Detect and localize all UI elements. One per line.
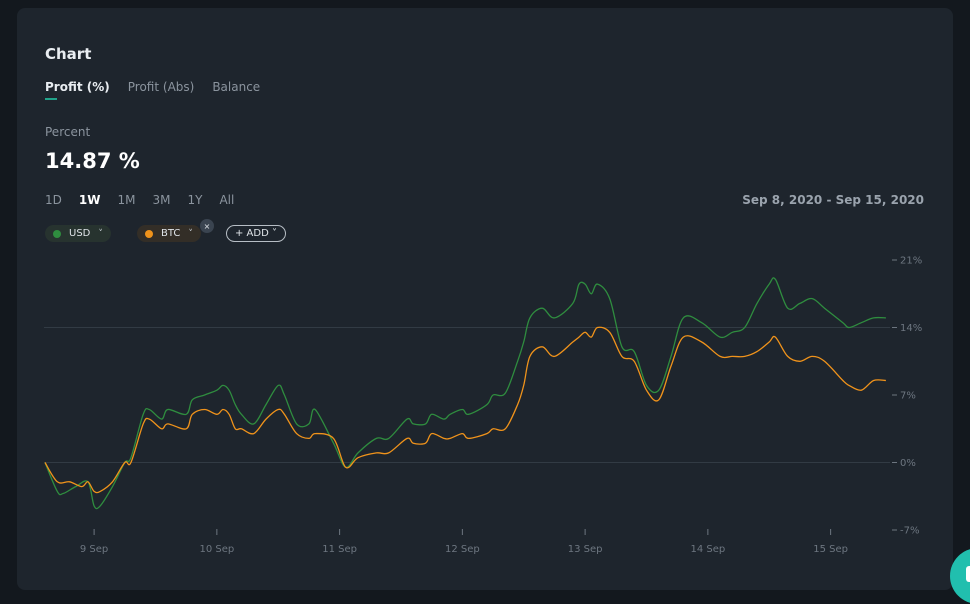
chat-icon — [966, 566, 970, 582]
series-layer — [44, 277, 886, 510]
profit-line-chart: 21% 14% 7% 0% -7% 9 Sep 10 Sep 11 Sep 12 Sep 13 S… — [44, 256, 922, 556]
x-tick-label-4: 13 Sep — [568, 544, 603, 555]
y-tick-label-1: 14% — [900, 323, 922, 334]
y-tick-label-4: -7% — [900, 526, 919, 537]
axis-layer: 21% 14% 7% 0% -7% 9 Sep 10 Sep 11 Sep 12 Sep 13 S… — [80, 256, 922, 556]
x-tick-label-6: 15 Sep — [813, 544, 848, 555]
x-tick-label-1: 10 Sep — [199, 544, 234, 555]
y-tick-label-0: 21% — [900, 256, 922, 267]
y-tick-label-3: 0% — [900, 458, 916, 469]
x-tick-label-3: 12 Sep — [445, 544, 480, 555]
x-tick-label-5: 14 Sep — [690, 544, 725, 555]
series-line-usd — [44, 277, 886, 510]
x-tick-label-2: 11 Sep — [322, 544, 357, 555]
x-tick-label-0: 9 Sep — [80, 544, 108, 555]
y-tick-label-2: 7% — [900, 391, 916, 402]
